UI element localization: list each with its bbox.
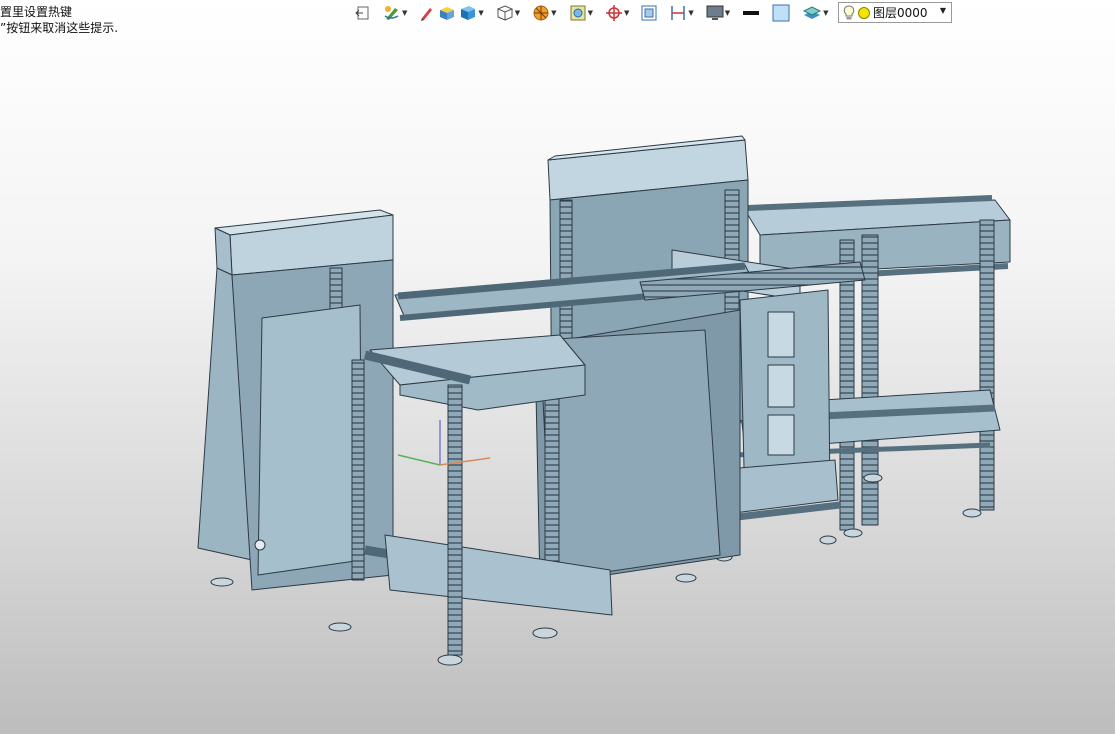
fit-window-icon [641,5,657,21]
chevron-down-icon: ▼ [514,9,521,17]
chevron-down-icon: ▼ [688,9,694,17]
dimension-button[interactable]: ▼ [669,3,694,23]
machine-assembly-model [197,135,1011,666]
view-toolbar: ▼ ▼ ▼ ▼ ▼ ▼ ▼ ▼ ▼ [355,2,829,24]
section-sphere-button[interactable]: ▼ [532,3,557,23]
exit-view-button[interactable] [355,3,371,23]
fill-color-button[interactable] [772,3,790,23]
line-style-button[interactable] [742,3,760,23]
exit-view-icon [355,6,369,20]
layers-icon [803,6,822,19]
shaded-cube-icon [461,6,476,20]
wireframe-cube-icon [496,5,514,21]
layer-select[interactable]: 图层0000 ▼ [838,2,952,23]
layer-name: 图层0000 [873,6,928,20]
zoom-frame-icon [570,5,586,21]
section-sphere-icon [533,5,549,21]
screen-display-button[interactable]: ▼ [706,3,730,23]
chevron-down-icon: ▼ [587,9,593,17]
pencil-button[interactable] [419,3,435,23]
layers-button[interactable]: ▼ [802,3,829,23]
screen-display-icon [706,5,724,20]
crosshair-button[interactable]: ▼ [605,3,629,23]
line-style-icon [743,11,760,15]
wireframe-cube-button[interactable]: ▼ [496,3,520,23]
chevron-down-icon: ▼ [402,9,408,17]
sketch-pen-icon [384,6,399,20]
box-color-icon [440,7,455,20]
crosshair-icon [605,5,622,21]
hint-line-1: 置里设置热键 [0,5,73,19]
box-color-button[interactable] [438,3,456,23]
chevron-down-icon: ▼ [724,9,731,17]
zoom-frame-button[interactable]: ▼ [569,3,593,23]
fit-window-button[interactable] [641,3,657,23]
chevron-down-icon: ▼ [939,6,946,15]
model-viewport[interactable] [0,28,1115,734]
layer-color-swatch [858,6,870,19]
lightbulb-icon [843,4,855,19]
pencil-icon [421,8,433,21]
chevron-down-icon: ▼ [478,9,484,17]
chevron-down-icon: ▼ [823,9,829,17]
dimension-icon [671,6,686,20]
shaded-cube-button[interactable]: ▼ [459,3,484,23]
sketch-button[interactable]: ▼ [383,3,407,23]
fill-color-icon [772,4,790,22]
chevron-down-icon: ▼ [623,9,630,17]
chevron-down-icon: ▼ [551,9,557,17]
